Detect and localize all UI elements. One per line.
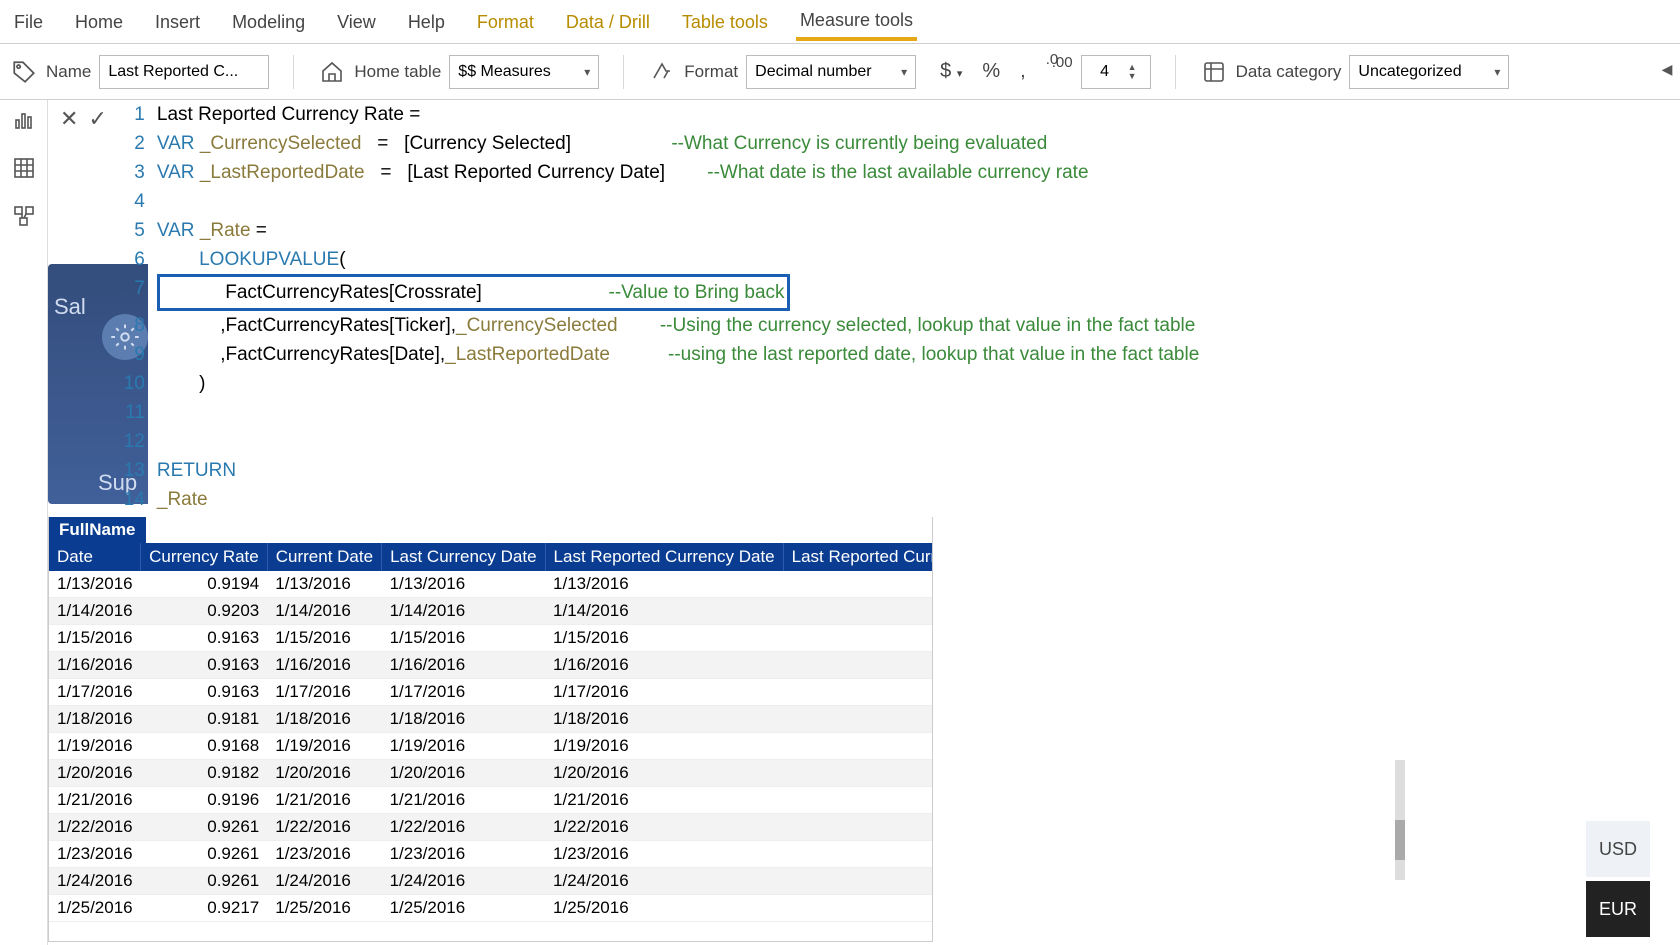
table-row[interactable]: 1/15/20160.91631/15/20161/15/20161/15/20… bbox=[49, 625, 933, 652]
ribbon-tab-file[interactable]: File bbox=[10, 4, 47, 39]
table-row[interactable]: 1/22/20160.92611/22/20161/22/20161/22/20… bbox=[49, 814, 933, 841]
ribbon-tabs: File Home Insert Modeling View Help Format Data… bbox=[0, 0, 1680, 44]
ribbon-tab-table-tools[interactable]: Table tools bbox=[678, 4, 772, 39]
table-row[interactable]: 1/24/20160.92611/24/20161/24/20161/24/20… bbox=[49, 868, 933, 895]
currency-slicer: USD EUR bbox=[1586, 821, 1650, 937]
view-rail bbox=[0, 100, 48, 945]
data-table: FullName DateCurrency RateCurrent DateLa… bbox=[48, 517, 933, 942]
table-header-row: DateCurrency RateCurrent DateLast Curren… bbox=[49, 543, 933, 571]
name-label: Name bbox=[46, 62, 91, 82]
table-row[interactable]: 1/17/20160.91631/17/20161/17/20161/17/20… bbox=[49, 679, 933, 706]
table-row[interactable]: 1/13/20160.91941/13/20161/13/20161/13/20… bbox=[49, 571, 933, 598]
currency-eur-button[interactable]: EUR bbox=[1586, 881, 1650, 937]
table-row[interactable]: 1/20/20160.91821/20/20161/20/20161/20/20… bbox=[49, 760, 933, 787]
table-row[interactable]: 1/16/20160.91631/16/20161/16/20161/16/20… bbox=[49, 652, 933, 679]
ribbon-tab-modeling[interactable]: Modeling bbox=[228, 4, 309, 39]
model-view-icon[interactable] bbox=[12, 204, 36, 228]
format-icon bbox=[648, 58, 676, 86]
table-body: 1/13/20160.91941/13/20161/13/20161/13/20… bbox=[49, 571, 933, 922]
decimal-places-icon: .0.00 bbox=[1040, 55, 1073, 89]
percent-format-button[interactable]: % bbox=[976, 60, 1006, 83]
ribbon-tab-measure-tools[interactable]: Measure tools bbox=[796, 2, 917, 41]
cancel-formula-button[interactable]: ✕ bbox=[60, 106, 78, 132]
col-header[interactable]: Last Reported Currency Date bbox=[545, 543, 783, 571]
data-view-icon[interactable] bbox=[12, 156, 36, 180]
currency-format-button[interactable]: $ ▾ bbox=[934, 60, 968, 83]
decimals-stepper[interactable]: ▲▼ bbox=[1081, 55, 1151, 89]
ribbon-tab-home[interactable]: Home bbox=[71, 4, 127, 39]
ribbon-tab-data-drill[interactable]: Data / Drill bbox=[562, 4, 654, 39]
scrollbar-thumb[interactable] bbox=[1395, 820, 1405, 860]
col-header[interactable]: Last Reported Currency Rate bbox=[783, 543, 933, 571]
col-header[interactable]: Date bbox=[49, 543, 141, 571]
data-category-select[interactable]: Uncategorized bbox=[1349, 55, 1509, 89]
ribbon-tab-format[interactable]: Format bbox=[473, 4, 538, 39]
decimals-input[interactable] bbox=[1082, 57, 1128, 87]
thousands-separator-button[interactable]: , bbox=[1014, 60, 1032, 83]
expand-panel-toggle[interactable]: ◀ bbox=[1654, 56, 1680, 82]
dax-editor[interactable]: 1Last Reported Currency Rate =2VAR _Curr… bbox=[119, 100, 1199, 518]
data-category-icon bbox=[1200, 58, 1228, 86]
col-header[interactable]: Current Date bbox=[267, 543, 381, 571]
ribbon-tab-help[interactable]: Help bbox=[404, 4, 449, 39]
home-icon bbox=[318, 58, 346, 86]
ribbon-tab-insert[interactable]: Insert bbox=[151, 4, 204, 39]
home-table-select[interactable]: $$ Measures bbox=[449, 55, 599, 89]
currency-usd-button[interactable]: USD bbox=[1586, 821, 1650, 877]
commit-formula-button[interactable]: ✓ bbox=[88, 106, 106, 132]
table-row[interactable]: 1/18/20160.91811/18/20161/18/20161/18/20… bbox=[49, 706, 933, 733]
home-table-label: Home table bbox=[354, 62, 441, 82]
data-category-label: Data category bbox=[1236, 62, 1342, 82]
table-row[interactable]: 1/19/20160.91681/19/20161/19/20161/19/20… bbox=[49, 733, 933, 760]
report-view-icon[interactable] bbox=[12, 108, 36, 132]
ribbon-tab-view[interactable]: View bbox=[333, 4, 380, 39]
table-title: FullName bbox=[49, 517, 146, 543]
tag-icon bbox=[10, 58, 38, 86]
col-header[interactable]: Currency Rate bbox=[141, 543, 268, 571]
table-row[interactable]: 1/14/20160.92031/14/20161/14/20161/14/20… bbox=[49, 598, 933, 625]
table-row[interactable]: 1/23/20160.92611/23/20161/23/20161/23/20… bbox=[49, 841, 933, 868]
formula-bar: ✕ ✓ 1Last Reported Currency Rate =2VAR _… bbox=[48, 100, 1680, 518]
measure-name-input[interactable] bbox=[99, 55, 269, 89]
table-row[interactable]: 1/25/20160.92171/25/20161/25/20161/25/20… bbox=[49, 895, 933, 922]
col-header[interactable]: Last Currency Date bbox=[382, 543, 545, 571]
format-select[interactable]: Decimal number bbox=[746, 55, 916, 89]
measure-toolbar: Name Home table $$ Measures Format Decim… bbox=[0, 44, 1680, 100]
scrollbar-track[interactable] bbox=[1395, 760, 1405, 880]
format-label: Format bbox=[684, 62, 738, 82]
table-row[interactable]: 1/21/20160.91961/21/20161/21/20161/21/20… bbox=[49, 787, 933, 814]
